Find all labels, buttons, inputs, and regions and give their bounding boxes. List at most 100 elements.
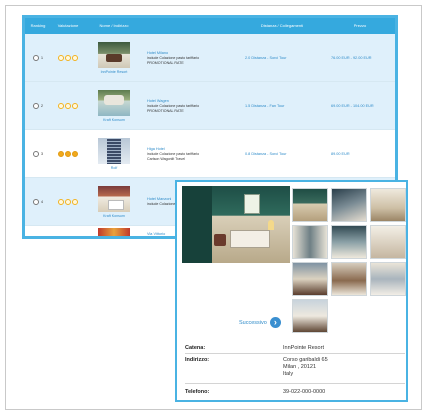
rank-cell: 3 (25, 130, 51, 178)
hotel-detail-popup: Successivo › Catena: InnPointe Resort In… (175, 180, 408, 402)
gallery-thumbnail[interactable] (331, 262, 367, 296)
photo-wall (182, 186, 212, 263)
price-link[interactable]: 76.00 EUR - 92.00 EUR (325, 34, 395, 82)
hotel-detail: include Colazione (147, 202, 176, 206)
header-distance[interactable]: Distanza / Collegamenti (239, 18, 325, 34)
address-value: Corso garibaldi 65 Milan , 20121 Italy (283, 357, 328, 377)
hotel-detail: include Colazione pasto tariffario (147, 151, 200, 156)
photo-cell (85, 226, 143, 236)
phone-value: 39-022-000-0000 (283, 389, 326, 395)
header-ranking[interactable]: Ranking (25, 18, 51, 34)
gallery-thumbnail[interactable] (331, 188, 367, 222)
photo-gallery (292, 188, 406, 333)
photo-caption[interactable]: Rolf (111, 166, 117, 170)
distance-link[interactable]: 1.5 Distanza - Fan Tour (239, 82, 325, 130)
hotel-thumbnail[interactable] (98, 185, 130, 212)
rank-number: 3 (40, 151, 44, 156)
address-label: Indirizzo: (185, 357, 210, 363)
hotel-thumbnail[interactable] (98, 41, 130, 68)
star-icon (58, 54, 64, 61)
photo-cell: InnPointe Resort (85, 34, 143, 82)
header-name[interactable]: Nome / Indirizzo (85, 18, 143, 34)
hotel-info-cell: Higa Hotel include Colazione pasto tarif… (143, 130, 239, 178)
select-radio[interactable] (32, 150, 39, 157)
star-rating (51, 82, 85, 130)
rank-cell: 4 (25, 178, 51, 226)
select-radio[interactable] (32, 54, 39, 61)
info-row-chain: Catena: InnPointe Resort (185, 342, 405, 354)
star-icon (65, 54, 71, 61)
price-link[interactable]: 69.00 EUR - 104.00 EUR (325, 82, 395, 130)
hotel-rate: PROMOTIONAL RATE (147, 108, 184, 113)
rank-number: 1 (40, 55, 44, 60)
hotel-info-cell: Hotel Milano include Colazione pasto tar… (143, 34, 239, 82)
table-header: Ranking Valutazione Nome / Indirizzo Dis… (25, 18, 395, 34)
photo-chair (214, 234, 226, 246)
photo-lamp (268, 220, 274, 230)
gallery-thumbnail[interactable] (292, 299, 328, 333)
gallery-thumbnail[interactable] (331, 225, 367, 259)
rank-cell: 2 (25, 82, 51, 130)
hotel-thumbnail[interactable] (98, 89, 130, 116)
star-rating (51, 226, 85, 237)
star-icon (58, 102, 64, 109)
next-label[interactable]: Successivo (239, 320, 267, 326)
hotel-thumbnail[interactable] (98, 137, 130, 164)
select-radio[interactable] (32, 102, 39, 109)
photo-cell: Kraft Konsum (85, 82, 143, 130)
header-rating[interactable]: Valutazione (51, 18, 85, 34)
table-row[interactable]: 2 Kraft Konsum Hotel Wagen include Colaz… (25, 82, 395, 130)
star-icon (72, 198, 78, 205)
photo-cell: Kraft Konsum (85, 178, 143, 226)
star-rating (51, 130, 85, 178)
rank-number: 4 (40, 199, 44, 204)
header-price[interactable]: Prezzo (325, 18, 395, 34)
star-icon (72, 54, 78, 61)
gallery-thumbnail[interactable] (292, 225, 328, 259)
chevron-right-icon[interactable]: › (269, 317, 281, 328)
hotel-info-cell: Hotel Wagen include Colazione pasto tari… (143, 82, 239, 130)
distance-link[interactable]: 2.0 Distanza - Sorci Tour (239, 34, 325, 82)
table-row[interactable]: 3 Rolf Higa Hotel include Colazione past… (25, 130, 395, 178)
price-link[interactable]: 89.00 EUR (325, 130, 395, 178)
photo-caption[interactable]: Kraft Konsum (103, 214, 125, 218)
star-icon (58, 150, 64, 157)
gallery-thumbnail[interactable] (292, 262, 328, 296)
header-address[interactable] (143, 18, 239, 34)
hotel-name-link[interactable]: Via Vittorio (147, 232, 165, 236)
info-row-phone: Telefono: 39-022-000-0000 (185, 384, 405, 398)
distance-link[interactable]: 0.8 Distanza - Sorci Tour (239, 130, 325, 178)
chain-value: InnPointe Resort (283, 345, 324, 351)
photo-cell: Rolf (85, 130, 143, 178)
photo-caption[interactable]: InnPointe Resort (101, 70, 128, 74)
star-icon (72, 150, 78, 157)
select-radio[interactable] (32, 198, 39, 205)
star-rating (51, 178, 85, 226)
gallery-thumbnail[interactable] (370, 262, 406, 296)
info-row-address: Indirizzo: Corso garibaldi 65 Milan , 20… (185, 354, 405, 384)
hotel-name-link[interactable]: Hotel Wagen (147, 99, 169, 103)
chain-label: Catena: (185, 345, 206, 351)
hotel-detail: include Colazione pasto tariffario (147, 55, 200, 60)
photo-bed (230, 230, 270, 248)
photo-caption[interactable]: Kraft Konsum (103, 118, 125, 122)
star-icon (65, 198, 71, 205)
hotel-rate: Carlson Wagonlit Travel (147, 156, 186, 161)
hotel-name-link[interactable]: Hotel Milano (147, 51, 168, 55)
hotel-name-link[interactable]: Hotel Manzoni (147, 197, 171, 201)
star-icon (58, 198, 64, 205)
gallery-thumbnail[interactable] (292, 188, 328, 222)
gallery-thumbnail[interactable] (370, 188, 406, 222)
photo-window (244, 194, 260, 214)
main-hotel-photo[interactable] (182, 186, 290, 263)
gallery-thumbnail[interactable] (370, 225, 406, 259)
hotel-rate: PROMOTIONAL RATE (147, 60, 184, 65)
rank-number: 2 (40, 103, 44, 108)
hotel-thumbnail[interactable] (98, 227, 130, 236)
hotel-info-list: Catena: InnPointe Resort Indirizzo: Cors… (185, 342, 405, 398)
hotel-name-link[interactable]: Higa Hotel (147, 147, 165, 151)
star-icon (65, 150, 71, 157)
table-row[interactable]: 1 InnPointe Resort Hotel Milano include … (25, 34, 395, 82)
star-icon (72, 102, 78, 109)
next-photo-control[interactable]: Successivo › (239, 317, 281, 328)
